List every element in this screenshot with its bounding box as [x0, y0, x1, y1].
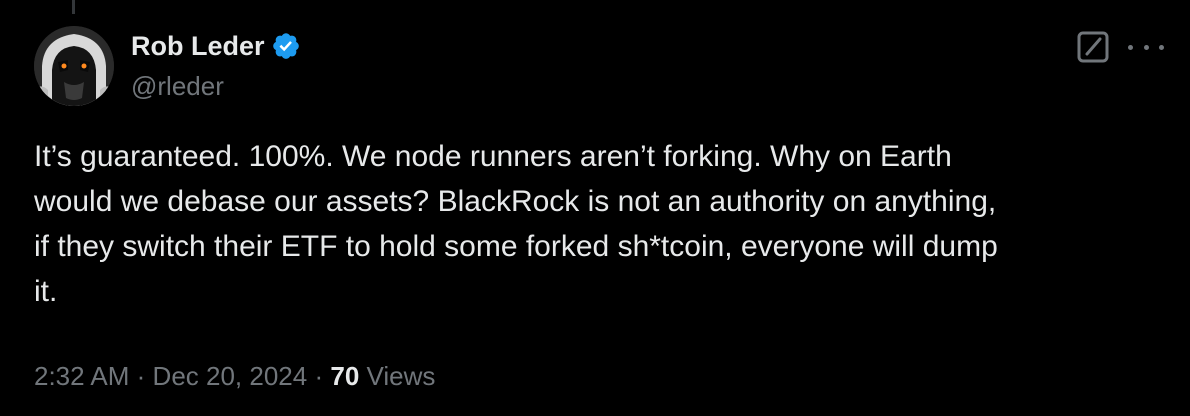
tweet-meta: 2:32 AM · Dec 20, 2024 · 70 Views: [34, 358, 435, 394]
tweet-time[interactable]: 2:32 AM: [34, 361, 129, 391]
tweet-date[interactable]: Dec 20, 2024: [153, 361, 308, 391]
author-handle[interactable]: @rleder: [131, 70, 224, 102]
more-dot-2: [1143, 44, 1149, 50]
meta-separator: ·: [136, 361, 146, 391]
author-display-name[interactable]: Rob Leder: [131, 30, 265, 62]
more-dot-3: [1159, 44, 1164, 50]
more-dot-1: [1128, 44, 1133, 50]
masked-figure-avatar-icon: [34, 26, 114, 106]
views-label: Views: [366, 361, 436, 391]
thread-connector-line: [72, 0, 75, 14]
author-name-row: Rob Leder: [131, 30, 301, 62]
verified-badge-icon: [271, 31, 301, 61]
meta-separator: ·: [314, 361, 324, 391]
avatar[interactable]: [34, 26, 114, 106]
grok-icon[interactable]: [1076, 30, 1110, 64]
more-options-icon[interactable]: [1128, 32, 1164, 62]
views-count: 70: [330, 361, 360, 391]
tweet-text: It’s guaranteed. 100%. We node runners a…: [34, 140, 998, 308]
